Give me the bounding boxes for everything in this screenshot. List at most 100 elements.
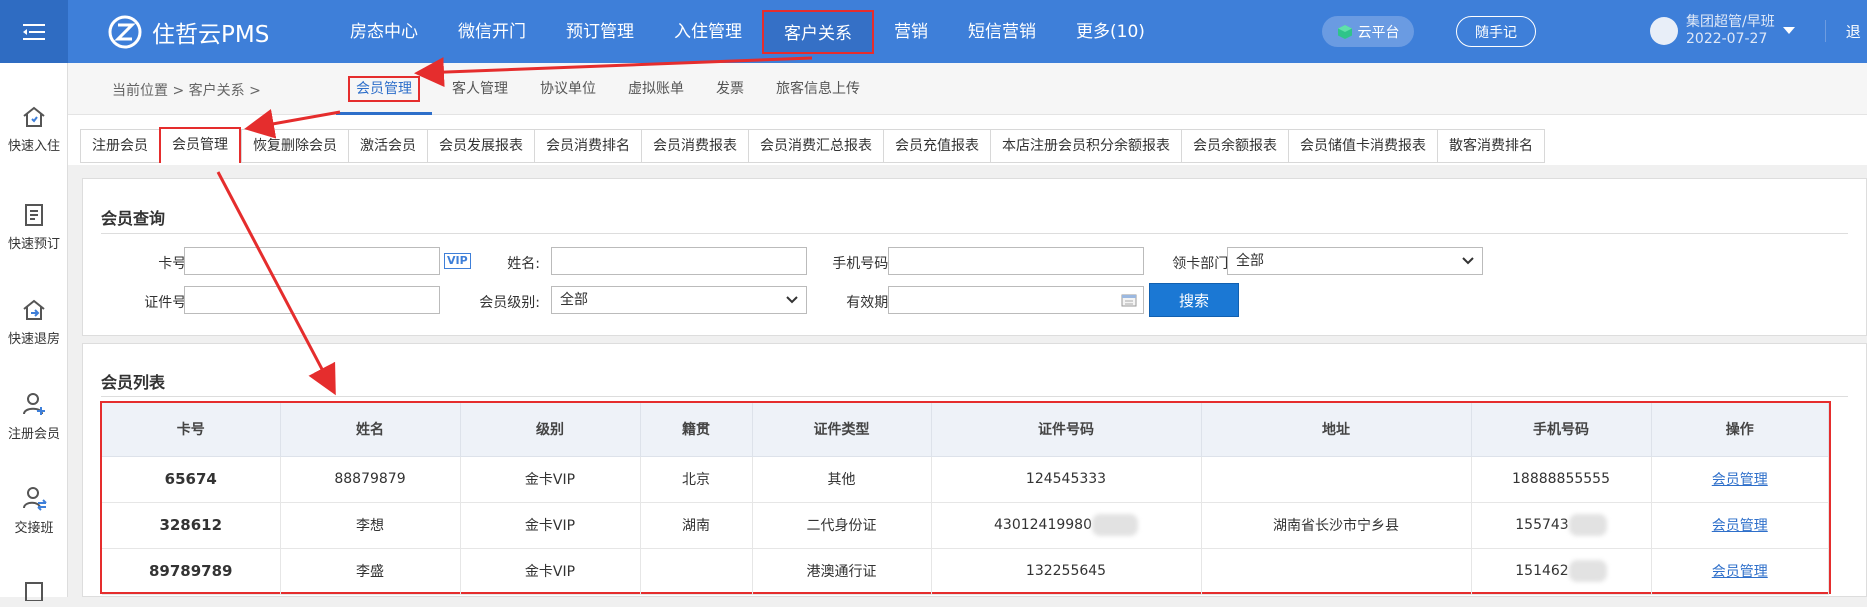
sidebar-item-more[interactable] [0,581,68,607]
member-manage-link[interactable]: 会员管理 [1712,472,1768,488]
chevron-down-icon [1782,27,1795,34]
divider [1824,20,1826,42]
breadcrumb: 当前位置 > 客户关系 > [112,83,261,99]
subtab-virtual-bills[interactable]: 虚拟账单 [616,63,696,115]
main-nav: 房态中心 微信开门 预订管理 入住管理 客户关系 营销 短信营销 更多(10) [330,0,1165,63]
redaction-blur [1568,514,1607,536]
card-number-input[interactable] [184,247,440,275]
quick-note-button[interactable]: 随手记 [1456,16,1536,47]
cell-phone: 18888855555 [1471,456,1652,503]
column-header[interactable]: 籍贯 [640,403,753,457]
cloud-platform-button[interactable]: 云平台 [1322,16,1414,47]
nav-item-more[interactable]: 更多(10) [1056,10,1165,54]
member-manage-link[interactable]: 会员管理 [1712,564,1768,580]
expiry-date-input[interactable] [888,286,1144,314]
home-out-icon [23,299,45,320]
cell-address [1201,548,1472,595]
tab-member-spending-ranking[interactable]: 会员消费排名 [534,129,641,163]
column-header[interactable]: 卡号 [102,403,281,457]
sidebar-item-register-member[interactable]: 注册会员 [0,391,68,442]
cell-action: 会员管理 [1651,456,1829,503]
id-number-input[interactable] [184,286,440,314]
document-icon [25,582,43,601]
user-info: 集团超管/早班 2022-07-27 [1686,14,1775,48]
quick-sidebar: 快速入住 快速预订 快速退房 注册会员 交接班 [0,63,68,601]
dept-select[interactable]: 全部 [1227,247,1483,275]
column-header[interactable]: 证件号码 [931,403,1202,457]
subtab-label: 会员管理 [348,76,420,102]
member-table-highlight: 卡号 姓名 级别 籍贯 证件类型 证件号码 地址 手机号码 操作 65674 8… [100,401,1831,595]
phone-partial: 155743 [1515,517,1569,533]
subtab-agreement-units[interactable]: 协议单位 [528,63,608,115]
column-header[interactable]: 操作 [1651,403,1829,457]
subtab-member-management[interactable]: 会员管理 [336,63,432,115]
column-header[interactable]: 级别 [460,403,641,457]
tab-member-balance-report[interactable]: 会员余额报表 [1181,129,1288,163]
cell-id-number: 43012419980 [931,502,1202,549]
divider [101,233,1848,234]
level-select[interactable]: 全部 [551,286,807,314]
name-input[interactable] [551,247,807,275]
user-menu[interactable]: 集团超管/早班 2022-07-27 退 [1650,14,1861,48]
column-header[interactable]: 地址 [1201,403,1472,457]
subtab-guest-info-upload[interactable]: 旅客信息上传 [764,63,872,115]
cell-phone: 151462 [1471,548,1652,595]
avatar [1650,17,1678,45]
subtab-guest-management[interactable]: 客人管理 [440,63,520,115]
nav-item-sms-marketing[interactable]: 短信营销 [948,10,1056,54]
brand-logo[interactable]: 住哲云PMS [108,14,269,50]
column-header[interactable]: 证件类型 [752,403,932,457]
nav-item-customer-relations[interactable]: 客户关系 [762,9,874,54]
tab-walkin-spending-ranking[interactable]: 散客消费排名 [1437,129,1545,163]
nav-item-checkin[interactable]: 入住管理 [654,10,762,54]
table-row[interactable]: 65674 88879879 金卡VIP 北京 其他 124545333 188… [102,456,1829,503]
phone-partial: 151462 [1515,563,1569,579]
level-label: 会员级别: [479,295,540,311]
column-header[interactable]: 手机号码 [1471,403,1652,457]
nav-item-wechat-door[interactable]: 微信开门 [438,10,546,54]
list-title: 会员列表 [101,373,166,392]
column-header[interactable]: 姓名 [280,403,461,457]
calendar-icon[interactable] [1121,293,1137,307]
cell-level: 金卡VIP [460,456,641,503]
nav-item-room-status[interactable]: 房态中心 [330,10,438,54]
phone-input[interactable] [888,247,1144,275]
tab-points-balance-report[interactable]: 本店注册会员积分余额报表 [990,129,1181,163]
tab-member-management[interactable]: 会员管理 [159,127,241,163]
chevron-down-icon [786,296,798,304]
menu-icon [23,23,45,40]
tab-member-spending-summary[interactable]: 会员消费汇总报表 [748,129,883,163]
sidebar-item-shift-handover[interactable]: 交接班 [0,485,68,536]
vip-badge[interactable]: VIP [444,253,471,269]
tab-register-member[interactable]: 注册会员 [80,129,159,163]
sidebar-item-label: 注册会员 [7,427,60,442]
cell-action: 会员管理 [1651,548,1829,595]
sidebar-item-quick-booking[interactable]: 快速预订 [0,203,68,252]
menu-toggle-button[interactable] [0,0,68,63]
subtab-invoices[interactable]: 发票 [704,63,756,115]
tab-activate-member[interactable]: 激活会员 [348,129,427,163]
table-row[interactable]: 328612 李想 金卡VIP 湖南 二代身份证 43012419980 湖南省… [102,502,1829,549]
sidebar-item-quick-checkout[interactable]: 快速退房 [0,298,68,347]
search-button[interactable]: 搜索 [1149,283,1239,317]
cell-address: 湖南省长沙市宁乡县 [1201,502,1472,549]
sidebar-item-quick-checkin[interactable]: 快速入住 [0,105,68,154]
function-tabs: 注册会员 会员管理 恢复删除会员 激活会员 会员发展报表 会员消费排名 会员消费… [80,127,1545,163]
breadcrumb-bar: 当前位置 > 客户关系 > 会员管理 客人管理 协议单位 虚拟账单 发票 旅客信… [68,63,1867,115]
tab-member-growth-report[interactable]: 会员发展报表 [427,129,534,163]
logout-link[interactable]: 退 [1846,21,1861,42]
cell-card: 65674 [102,456,281,503]
nav-item-marketing[interactable]: 营销 [874,10,948,54]
tab-stored-value-card-report[interactable]: 会员储值卡消费报表 [1288,129,1437,163]
tab-member-spending-report[interactable]: 会员消费报表 [641,129,748,163]
cell-level: 金卡VIP [460,502,641,549]
sub-nav: 会员管理 客人管理 协议单位 虚拟账单 发票 旅客信息上传 [336,63,880,115]
member-table: 卡号 姓名 级别 籍贯 证件类型 证件号码 地址 手机号码 操作 65674 8… [102,403,1829,595]
table-header-row: 卡号 姓名 级别 籍贯 证件类型 证件号码 地址 手机号码 操作 [102,403,1829,457]
nav-item-reservations[interactable]: 预订管理 [546,10,654,54]
table-row[interactable]: 89789789 李盛 金卡VIP 港澳通行证 132255645 151462… [102,548,1829,595]
cell-id-number: 124545333 [931,456,1202,503]
member-manage-link[interactable]: 会员管理 [1712,518,1768,534]
tab-member-recharge-report[interactable]: 会员充值报表 [883,129,990,163]
tab-restore-deleted-members[interactable]: 恢复删除会员 [241,129,348,163]
